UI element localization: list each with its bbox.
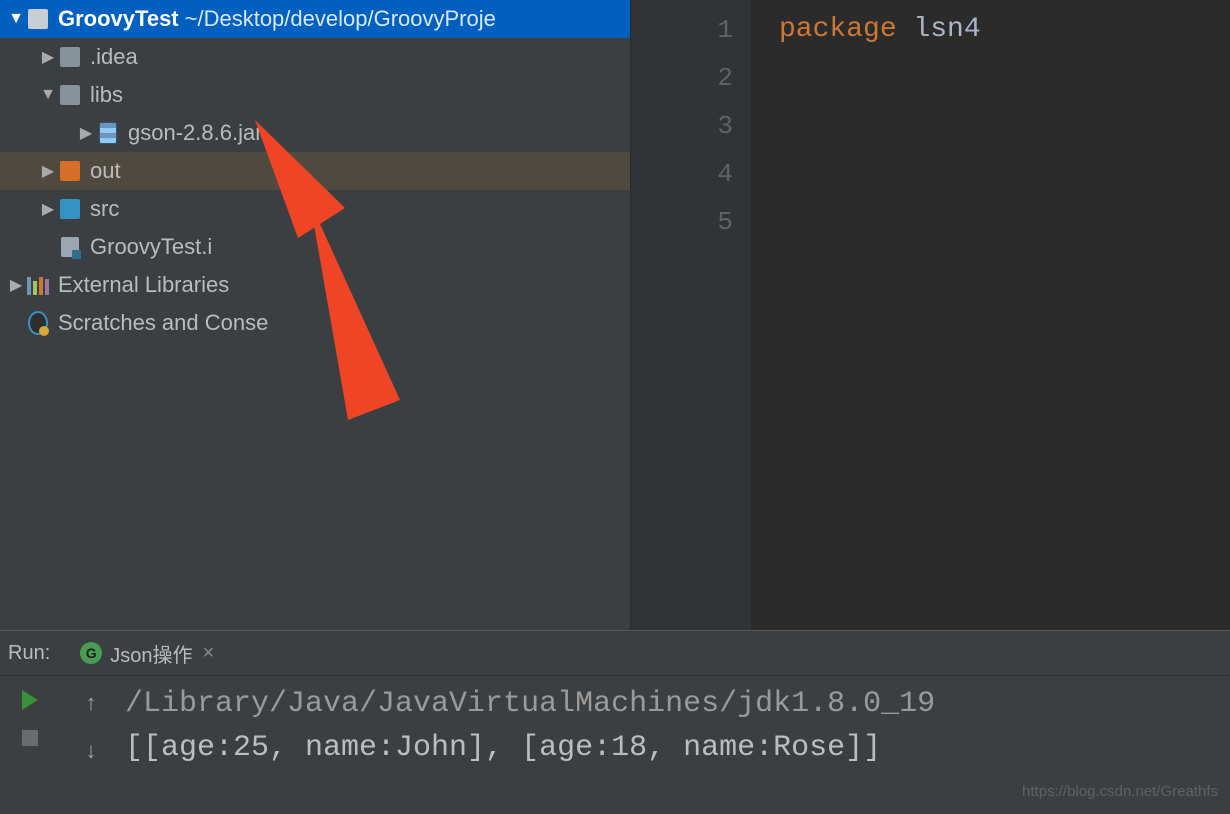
stop-button[interactable] bbox=[22, 730, 38, 746]
tree-node-scratches[interactable]: Scratches and Conse bbox=[0, 304, 630, 342]
editor-gutter: 1 2 3 4 5 bbox=[631, 0, 751, 630]
scratches-icon bbox=[28, 313, 48, 333]
run-tool-window[interactable]: Run: G Json操作 × ↑ ↓ /Library/Java/JavaVi… bbox=[0, 630, 1230, 814]
run-output[interactable]: /Library/Java/JavaVirtualMachines/jdk1.8… bbox=[121, 676, 1230, 814]
node-label: GroovyTest.i bbox=[90, 234, 212, 260]
run-tab-title[interactable]: Json操作 bbox=[110, 639, 192, 668]
line-number: 2 bbox=[631, 54, 751, 102]
run-controls bbox=[0, 676, 60, 814]
chevron-right-icon: ▶ bbox=[40, 47, 56, 67]
tree-node-external-libraries[interactable]: ▶ External Libraries bbox=[0, 266, 630, 304]
folder-out-icon bbox=[60, 161, 80, 181]
node-label: gson-2.8.6.jar bbox=[128, 120, 263, 146]
node-label: src bbox=[90, 196, 119, 222]
code-editor[interactable]: 1 2 3 4 5 package lsn4 bbox=[630, 0, 1230, 630]
chevron-right-icon: ▶ bbox=[40, 161, 56, 181]
run-label: Run: bbox=[8, 642, 50, 665]
tree-node-iml[interactable]: GroovyTest.i bbox=[0, 228, 630, 266]
module-folder-icon bbox=[28, 9, 48, 29]
root-path: ~/Desktop/develop/GroovyProje bbox=[185, 6, 496, 32]
jar-icon bbox=[98, 123, 118, 143]
tree-node-libs[interactable]: ▼ libs bbox=[0, 76, 630, 114]
run-header: Run: G Json操作 × bbox=[0, 631, 1230, 676]
close-icon[interactable]: × bbox=[203, 642, 215, 665]
package-name: lsn4 bbox=[913, 14, 980, 45]
arrow-up-icon[interactable]: ↑ bbox=[86, 690, 97, 716]
folder-icon bbox=[60, 47, 80, 67]
tree-node-gson-jar[interactable]: ▶ gson-2.8.6.jar bbox=[0, 114, 630, 152]
library-icon bbox=[28, 275, 48, 295]
node-label: libs bbox=[90, 82, 123, 108]
output-line-2: [[age:25, name:John], [age:18, name:Rose… bbox=[125, 726, 1230, 770]
line-number: 3 bbox=[631, 102, 751, 150]
chevron-down-icon: ▼ bbox=[40, 86, 56, 104]
editor-content[interactable]: package lsn4 bbox=[751, 0, 1230, 630]
root-name: GroovyTest bbox=[58, 6, 179, 32]
tree-node-out[interactable]: ▶ out bbox=[0, 152, 630, 190]
line-number: 5 bbox=[631, 198, 751, 246]
node-label: External Libraries bbox=[58, 272, 229, 298]
chevron-right-icon: ▶ bbox=[78, 123, 94, 143]
chevron-right-icon: ▶ bbox=[40, 199, 56, 219]
chevron-down-icon: ▼ bbox=[8, 10, 24, 28]
chevron-right-icon: ▶ bbox=[8, 275, 24, 295]
tree-node-idea[interactable]: ▶ .idea bbox=[0, 38, 630, 76]
groovy-icon: G bbox=[80, 642, 102, 664]
folder-src-icon bbox=[60, 199, 80, 219]
output-line-1: /Library/Java/JavaVirtualMachines/jdk1.8… bbox=[125, 682, 1230, 726]
node-label: Scratches and Conse bbox=[58, 310, 268, 336]
keyword-package: package bbox=[779, 14, 897, 45]
node-label: .idea bbox=[90, 44, 138, 70]
run-nav: ↑ ↓ bbox=[60, 676, 121, 814]
rerun-button[interactable] bbox=[22, 690, 38, 710]
line-number: 1 bbox=[631, 6, 751, 54]
tree-node-src[interactable]: ▶ src bbox=[0, 190, 630, 228]
tree-root[interactable]: ▼ GroovyTest ~/Desktop/develop/GroovyPro… bbox=[0, 0, 630, 38]
arrow-down-icon[interactable]: ↓ bbox=[86, 738, 97, 764]
line-number: 4 bbox=[631, 150, 751, 198]
watermark: https://blog.csdn.net/Greathfs bbox=[1022, 770, 1218, 814]
folder-icon bbox=[60, 85, 80, 105]
project-tree[interactable]: ▼ GroovyTest ~/Desktop/develop/GroovyPro… bbox=[0, 0, 630, 630]
iml-file-icon bbox=[60, 237, 80, 257]
node-label: out bbox=[90, 158, 121, 184]
